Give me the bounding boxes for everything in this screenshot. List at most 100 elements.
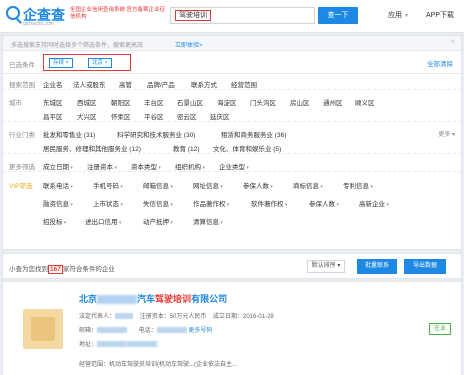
caret-down-icon: ▾ [69,184,73,190]
chip-city[interactable]: 北京 × [88,58,112,68]
city-option[interactable]: 丰台区 [144,97,164,107]
dropdown-label: 商标信息 [293,183,319,190]
vip-filter-dropdown[interactable]: 高新企业 ▾ [359,198,389,208]
city-option[interactable]: 昌平区 [43,111,63,121]
caret-down-icon: ▾ [69,202,73,208]
city-option[interactable]: 海淀区 [217,97,237,107]
vip-filter-dropdown[interactable]: 商标信息 ▾ [293,180,323,190]
industry-option[interactable]: 批发和零售业 (31) [43,129,95,139]
caret-down-icon: ▾ [113,165,117,171]
vip-filter-dropdown[interactable]: 软件著作权 ▾ [251,198,287,208]
redacted-text [97,327,128,334]
more-filter-dropdown[interactable]: 组织机构 ▾ [175,161,205,171]
company-result-card[interactable]: 北京 汽车驾驶培训有限公司 法定代表人： 注册资本：50万元人民币 成立日期：20… [2,281,462,375]
industry-more-toggle[interactable]: 更多 ▾ [438,129,455,138]
export-data-button[interactable]: 导出数据 [404,259,446,274]
close-icon[interactable]: × [451,39,455,46]
vip-filter-dropdown[interactable]: 动产抵押 ▾ [143,216,173,226]
qichacha-logo[interactable]: 企查查 qichacha.com [6,4,65,28]
more-filter-dropdown[interactable]: 资本类型 ▾ [131,161,161,171]
logo-domain: qichacha.com [23,21,54,27]
caret-down-icon: ▾ [225,202,230,208]
caret-down-icon: ▾ [369,184,373,190]
city-option[interactable]: 东城区 [43,97,63,107]
vip-filter-dropdown[interactable]: 手机号码 ▾ [93,180,123,190]
dropdown-label: 企业类型 [219,164,245,171]
vip-filter-dropdown[interactable]: 专利信息 ▾ [343,180,373,190]
industry-option[interactable]: 教育 (12) [173,143,199,153]
scope-option[interactable]: 联系方式 [191,79,217,89]
vip-filter-dropdown[interactable]: 失信信息 ▾ [143,198,173,208]
caret-down-icon: ▾ [385,202,389,208]
dropdown-label: 专利信息 [343,183,369,190]
filter-row-scope: 搜索范围 企业名 法人或股东 高管 品牌/产品 联系方式 经营范围 [3,75,461,90]
scope-option[interactable]: 经营范围 [231,79,257,89]
industry-option[interactable]: 租赁和商务服务业 (36) [221,129,286,139]
top-bar: 企查查 qichacha.com 全国企业信用查询系统 官方备案企业征信机构 驾… [0,0,464,33]
city-option[interactable]: 密云区 [177,111,197,121]
scope-option[interactable]: 品牌/产品 [147,79,175,89]
vip-filter-dropdown[interactable]: 作品著作权 ▾ [193,198,229,208]
tip-try-link[interactable]: 立即体验> [175,40,203,49]
vip-filter-dropdown[interactable]: 参保人数 ▾ [309,198,339,208]
caret-down-icon: ▾ [245,165,249,171]
industry-option[interactable]: 居民服务、修理和其他服务业 (12) [43,143,141,153]
city-option[interactable]: 房山区 [290,97,310,107]
industry-option[interactable]: 科学研究和技术服务业 (30) [117,129,195,139]
city-option[interactable]: 顺义区 [355,97,375,107]
dropdown-label: 参保人数 [243,183,269,190]
caret-down-icon: ▾ [169,184,173,190]
scope-option[interactable]: 高管 [119,79,132,89]
more-numbers-link[interactable]: 更多号码 [188,328,212,334]
sort-dropdown[interactable]: 默认排序 ▾ [307,260,345,273]
chip-status[interactable]: 存续 × [49,58,73,68]
industry-option[interactable]: 文化、体育和娱乐业 (5) [213,143,281,153]
vip-filter-dropdown[interactable]: 进出口信用 ▾ [85,216,121,226]
more-filter-dropdown[interactable]: 注册资本 ▾ [87,161,117,171]
vip-filter-dropdown[interactable]: 上市状态 ▾ [93,198,123,208]
nav-app-download[interactable]: APP下载 [426,10,454,20]
search-input[interactable]: 驾驶培训 [170,7,315,24]
dropdown-label: 参保人数 [309,201,335,208]
redacted-text [97,341,128,348]
city-option[interactable]: 平谷区 [144,111,164,121]
vip-filter-dropdown[interactable]: 融资信息 ▾ [43,198,73,208]
redacted-text [127,341,158,348]
caret-down-icon: ▾ [119,202,123,208]
city-option[interactable]: 延庆区 [210,111,230,121]
vip-filter-dropdown[interactable]: 清算信息 ▾ [193,216,223,226]
nav-apps[interactable]: 应用 ▼ [388,10,409,20]
city-option[interactable]: 朝阳区 [111,97,131,107]
phone-label: 电话： [138,328,157,334]
keyword-highlight: 驾驶 [155,294,174,304]
more-filter-dropdown[interactable]: 成立日期 ▾ [43,161,73,171]
vip-filter-dropdown[interactable]: 招投标 ▾ [43,216,66,226]
email-label: 邮箱： [79,328,98,334]
city-option[interactable]: 怀柔区 [111,111,131,121]
scope-option[interactable]: 企业名 [43,79,63,89]
caret-down-icon: ▾ [319,184,323,190]
city-option[interactable]: 西城区 [77,97,97,107]
caret-down-icon: ▾ [69,165,73,171]
selected-chips-highlight: 存续 × 北京 × [43,54,131,71]
clear-all-link[interactable]: 全部清除 [427,58,453,68]
caret-down-icon: ▾ [62,220,67,226]
city-option[interactable]: 石景山区 [177,97,203,107]
search-query: 驾驶培训 [175,10,211,21]
vip-filter-dropdown[interactable]: 网址信息 ▾ [193,180,223,190]
dropdown-label: 成立日期 [43,164,69,171]
vip-filter-dropdown[interactable]: 联系电话 ▾ [43,180,73,190]
vip-filter-dropdown[interactable]: 参保人数 ▾ [243,180,273,190]
city-option[interactable]: 大兴区 [77,111,97,121]
dropdown-label: 高新企业 [359,201,385,208]
bulk-contact-button[interactable]: 批量联系 [357,259,397,274]
company-meta-row: 法定代表人： 注册资本：50万元人民币 成立日期：2016-01-28 [79,311,274,320]
scope-option[interactable]: 法人或股东 [73,79,106,89]
city-option[interactable]: 门头沟区 [250,97,276,107]
company-name-link[interactable]: 北京 汽车驾驶培训有限公司 [79,292,227,305]
more-filter-dropdown[interactable]: 企业类型 ▾ [219,161,249,171]
search-button[interactable]: 查一下 [318,7,358,24]
vip-filter-dropdown[interactable]: 邮箱信息 ▾ [143,180,173,190]
city-option[interactable]: 通州区 [323,97,343,107]
company-contact-row: 邮箱： 电话： 更多号码 [79,325,212,334]
